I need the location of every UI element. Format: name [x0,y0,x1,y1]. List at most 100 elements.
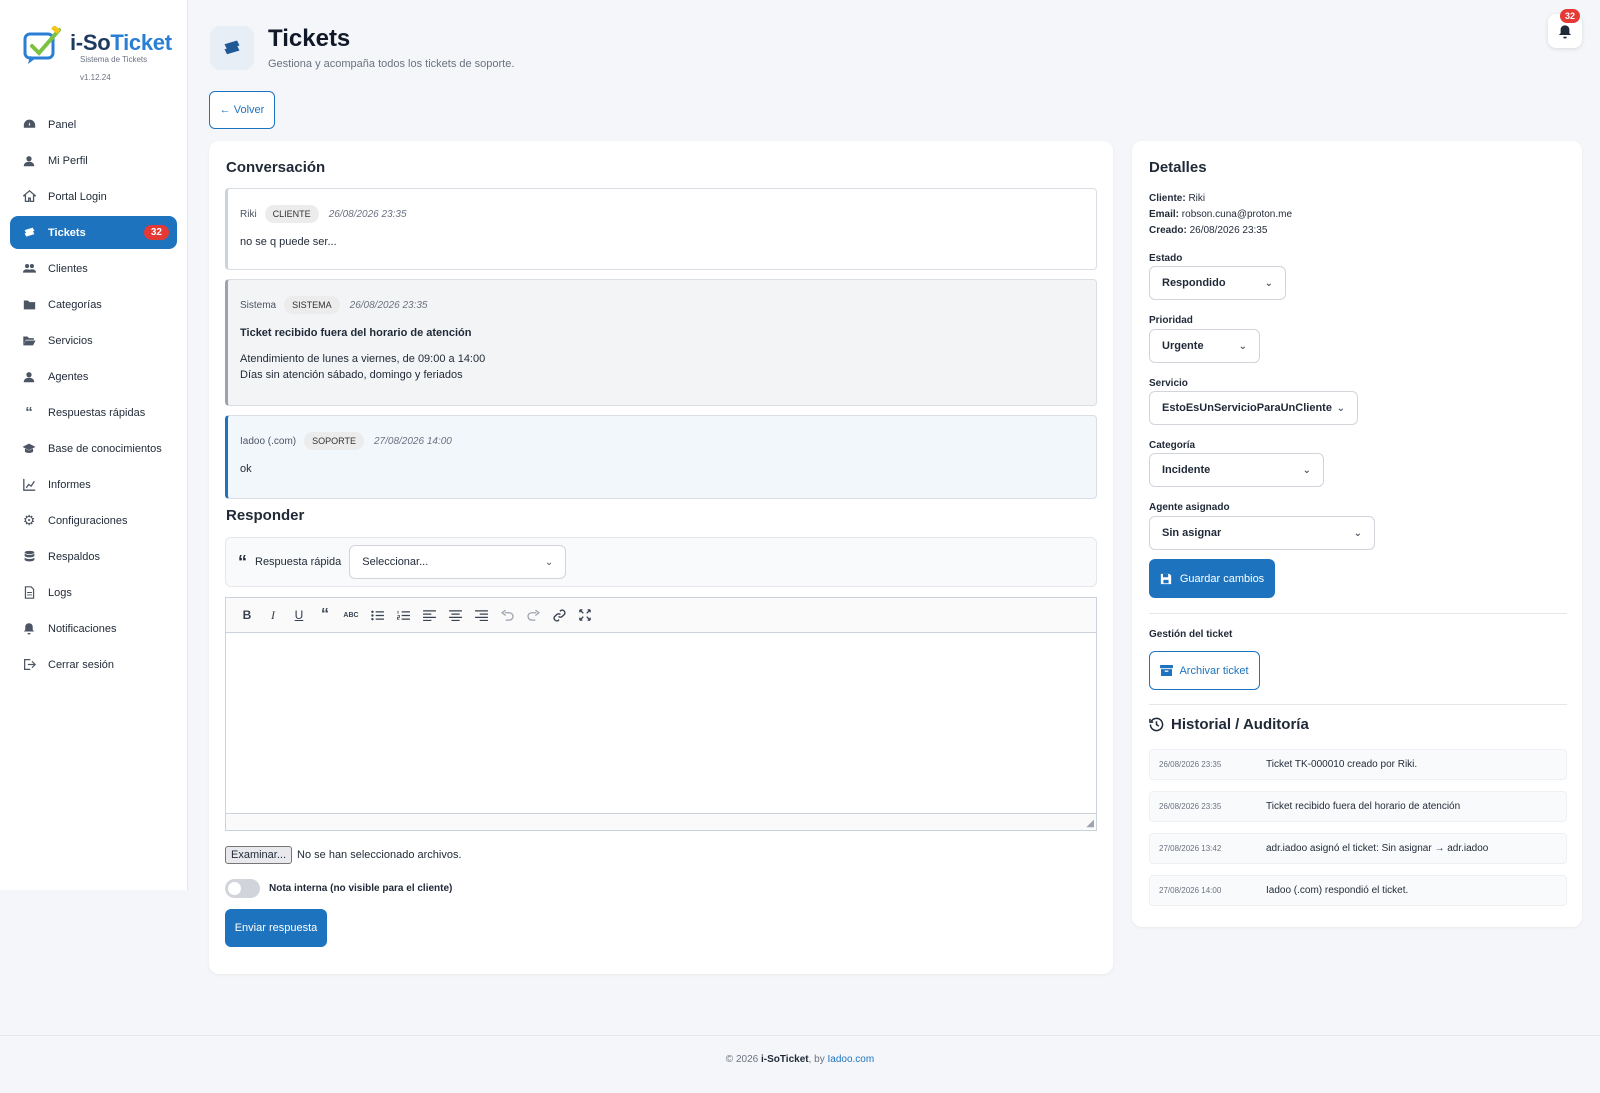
link-icon[interactable] [546,602,572,628]
undo-icon[interactable] [494,602,520,628]
align-left-icon[interactable] [416,602,442,628]
sidebar-item-servicios[interactable]: Servicios [10,324,177,357]
servicio-select[interactable]: EstoEsUnServicioParaUnCliente ⌄ [1149,391,1358,425]
quick-reply-select[interactable]: Seleccionar... ⌄ [349,545,567,579]
history-date: 26/08/2026 23:35 [1159,760,1222,769]
conversation-title: Conversación [226,159,326,176]
strikethrough-icon[interactable]: ABC [338,602,364,628]
message-date: 27/08/2026 14:00 [374,435,452,447]
divider [1149,613,1567,614]
save-changes-label: Guardar cambios [1179,572,1265,585]
bold-icon[interactable]: B [234,602,260,628]
fullscreen-icon[interactable] [572,602,598,628]
agente-select[interactable]: Sin asignar ⌄ [1149,516,1375,550]
archive-ticket-button[interactable]: Archivar ticket [1149,651,1260,690]
chevron-down-icon: ⌄ [1353,527,1362,539]
editor-text-area[interactable] [226,633,1096,813]
gear-icon: ⚙ [22,512,36,528]
sidebar-item-notificaciones[interactable]: Notificaciones [10,612,177,645]
database-icon [22,550,36,564]
chevron-down-icon: ⌄ [1264,277,1273,289]
redo-icon[interactable] [520,602,546,628]
sidebar-item-base-conocimientos[interactable]: Base de conocimientos [10,432,177,465]
servicio-value: EstoEsUnServicioParaUnCliente [1162,402,1332,414]
clients-icon [22,262,36,276]
internal-note-row: Nota interna (no visible para el cliente… [225,879,452,898]
archive-ticket-label: Archivar ticket [1179,664,1249,677]
footer-divider [0,1035,1600,1036]
sidebar-item-cerrar-sesion[interactable]: Cerrar sesión [10,648,177,681]
resize-handle-icon[interactable]: ◢ [1086,818,1094,829]
sidebar-item-tickets[interactable]: Tickets 32 [10,216,177,249]
quote-icon: “ [238,551,247,572]
archive-icon [1160,665,1174,676]
file-icon [22,586,36,600]
message-author: Iadoo (.com) [240,435,297,447]
back-button[interactable]: ← Volver [209,91,275,129]
graduation-cap-icon [22,442,36,456]
history-icon [1149,717,1164,732]
created-label: Creado: [1149,225,1187,236]
sidebar-item-informes[interactable]: Informes [10,468,177,501]
sidebar-item-clientes[interactable]: Clientes [10,252,177,285]
sidebar-item-respuestas-rapidas[interactable]: “Respuestas rápidas [10,396,177,429]
sidebar-item-portal-login[interactable]: Portal Login [10,180,177,213]
align-right-icon[interactable] [468,602,494,628]
send-reply-button[interactable]: Enviar respuesta [225,909,327,947]
footer: © 2026 i-SoTicket, by Iadoo.com [0,1054,1600,1065]
estado-select[interactable]: Respondido ⌄ [1149,266,1286,300]
estado-label: Estado [1149,253,1183,264]
details-title: Detalles [1149,159,1207,176]
underline-icon[interactable]: U [286,602,312,628]
chevron-down-icon: ⌄ [1336,402,1345,414]
file-upload-row: Examinar... No se han seleccionado archi… [225,846,462,864]
ticket-info: Cliente: Riki Email: robson.cuna@proton.… [1149,191,1292,239]
brand-logo[interactable]: i-SoTicket Sistema de Tickets v1.12.24 [0,0,187,96]
bell-icon [1558,24,1572,38]
bullet-list-icon[interactable] [364,602,390,628]
footer-link[interactable]: Iadoo.com [828,1054,875,1065]
quick-reply-bar: “ Respuesta rápida Seleccionar... ⌄ [225,537,1097,587]
conversation-card: Conversación Riki CLIENTE 26/08/2026 23:35… [209,141,1113,974]
agente-label: Agente asignado [1149,502,1230,513]
logout-icon [22,658,36,672]
message-line: Días sin atención sábado, domingo y feri… [240,369,463,381]
save-icon [1160,573,1171,584]
sidebar-item-categorias[interactable]: Categorías [10,288,177,321]
prioridad-label: Prioridad [1149,315,1193,326]
sidebar-item-respaldos[interactable]: Respaldos [10,540,177,573]
sidebar: i-SoTicket Sistema de Tickets v1.12.24 P… [0,0,188,890]
sidebar-item-logs[interactable]: Logs [10,576,177,609]
history-row: 27/08/2026 13:42 adr.iadoo asignó el tick… [1149,833,1567,864]
chevron-down-icon: ⌄ [1302,464,1311,476]
sidebar-item-configuraciones[interactable]: ⚙ Configuraciones [10,504,177,537]
align-center-icon[interactable] [442,602,468,628]
categoria-select[interactable]: Incidente ⌄ [1149,453,1324,487]
message-body: no se q puede ser... [240,236,337,248]
message-support: Iadoo (.com) SOPORTE 27/08/2026 14:00 ok [225,415,1097,499]
bell-icon [22,622,36,636]
history-date: 27/08/2026 13:42 [1159,844,1222,853]
footer-by: , by [808,1054,825,1065]
prioridad-value: Urgente [1162,340,1204,352]
editor-toolbar: B I U “ ABC [226,598,1096,633]
blockquote-icon[interactable]: “ [312,602,338,628]
quote-icon: “ [25,404,33,421]
file-browse-button[interactable]: Examinar... [225,846,293,864]
dashboard-icon [22,118,36,132]
sidebar-item-panel[interactable]: Panel [10,108,177,141]
message-date: 26/08/2026 23:35 [328,208,407,220]
message-author: Riki [240,208,257,220]
prioridad-select[interactable]: Urgente ⌄ [1149,329,1260,363]
sidebar-item-mi-perfil[interactable]: Mi Perfil [10,144,177,177]
email-label: Email: [1149,209,1180,220]
message-tag: SISTEMA [284,296,340,314]
internal-note-toggle[interactable] [225,879,260,898]
folder-icon [22,298,36,312]
chevron-down-icon: ⌄ [544,556,554,568]
numbered-list-icon[interactable] [390,602,416,628]
save-changes-button[interactable]: Guardar cambios [1149,559,1275,598]
history-text: adr.iadoo asignó el ticket: Sin asignar … [1266,843,1489,854]
sidebar-item-agentes[interactable]: Agentes [10,360,177,393]
italic-icon[interactable]: I [260,602,286,628]
